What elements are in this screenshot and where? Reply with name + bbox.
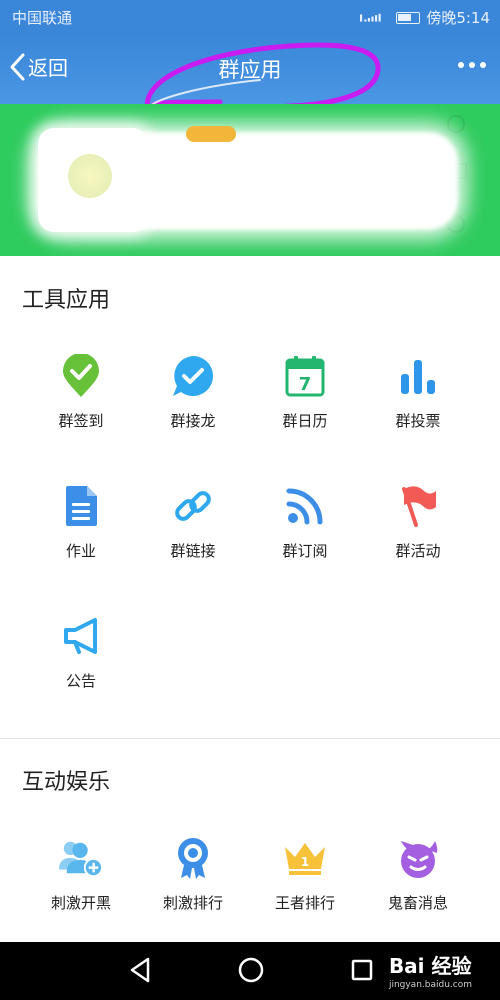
group-avatar — [38, 128, 148, 232]
carrier-label: 中国联通 — [12, 9, 73, 27]
app-announcement[interactable]: 公告 — [25, 614, 137, 691]
app-label: 刺激开黑 — [50, 894, 111, 912]
app-label: 群日历 — [282, 412, 328, 430]
home-circle-icon[interactable] — [237, 956, 265, 984]
page-title: 群应用 — [218, 58, 282, 82]
system-navigation-bar: Bai 经验 jingyan.baidu.com — [0, 942, 500, 1000]
title-bar: 返回 群应用 — [0, 34, 500, 114]
app-label: 公告 — [65, 672, 96, 690]
app-label: 鬼畜消息 — [387, 894, 448, 912]
medal-icon — [171, 836, 215, 880]
app-label: 王者排行 — [274, 894, 335, 912]
app-homework[interactable]: 作业 — [25, 484, 137, 561]
section-divider — [0, 738, 500, 739]
more-menu-button[interactable] — [458, 62, 486, 68]
calendar-icon: 7 — [283, 354, 327, 398]
signal-icon — [360, 13, 382, 22]
more-dot-icon — [458, 62, 464, 68]
more-dot-icon — [480, 62, 486, 68]
section-title-tools: 工具应用 — [22, 288, 111, 313]
crown-rank-number: 1 — [301, 855, 309, 869]
app-group-activity[interactable]: 群活动 — [362, 484, 474, 561]
app-group-checkin[interactable]: 群签到 — [25, 354, 137, 431]
app-label: 群链接 — [170, 542, 216, 560]
calendar-day-number: 7 — [299, 374, 312, 395]
group-banner — [0, 104, 500, 256]
baidu-jingyan-watermark: Bai 经验 jingyan.baidu.com — [389, 950, 472, 990]
app-label: 刺激排行 — [162, 894, 223, 912]
app-group-relay[interactable]: 群接龙 — [137, 354, 249, 431]
section-title-entertainment: 互动娱乐 — [22, 770, 111, 795]
group-badge — [186, 126, 236, 142]
app-group-link[interactable]: 群链接 — [137, 484, 249, 561]
app-team-rank[interactable]: 刺激排行 — [137, 836, 249, 913]
back-triangle-icon[interactable] — [128, 956, 152, 984]
chat-check-icon — [171, 354, 215, 398]
app-devil-message[interactable]: 鬼畜消息 — [362, 836, 474, 913]
watermark-brand: Bai 经验 — [388, 954, 472, 978]
status-bar: 中国联通 傍晚5:14 — [0, 0, 500, 34]
bar-chart-icon — [396, 354, 440, 398]
document-icon — [59, 484, 103, 528]
location-check-icon — [59, 354, 103, 398]
recents-square-icon[interactable] — [350, 956, 374, 984]
watermark-url: jingyan.baidu.com — [388, 980, 472, 990]
app-group-calendar[interactable]: 7 群日历 — [249, 354, 361, 431]
app-label: 群活动 — [395, 542, 441, 560]
add-team-icon — [59, 836, 103, 880]
app-label: 群签到 — [58, 412, 104, 430]
devil-face-icon — [396, 836, 440, 880]
battery-icon — [396, 11, 421, 24]
app-king-rank[interactable]: 1 王者排行 — [249, 836, 361, 913]
app-label: 群投票 — [395, 412, 441, 430]
status-time: 傍晚5:14 — [426, 9, 490, 27]
app-group-subscribe[interactable]: 群订阅 — [249, 484, 361, 561]
flag-icon — [396, 484, 440, 528]
more-dot-icon — [469, 62, 475, 68]
app-team-play[interactable]: 刺激开黑 — [25, 836, 137, 913]
app-label: 群订阅 — [282, 542, 328, 560]
crown-icon: 1 — [283, 836, 327, 880]
megaphone-icon — [59, 614, 103, 658]
link-icon — [171, 484, 215, 528]
app-label: 作业 — [65, 542, 96, 560]
app-label: 群接龙 — [170, 412, 216, 430]
app-group-vote[interactable]: 群投票 — [362, 354, 474, 431]
rss-icon — [283, 484, 327, 528]
